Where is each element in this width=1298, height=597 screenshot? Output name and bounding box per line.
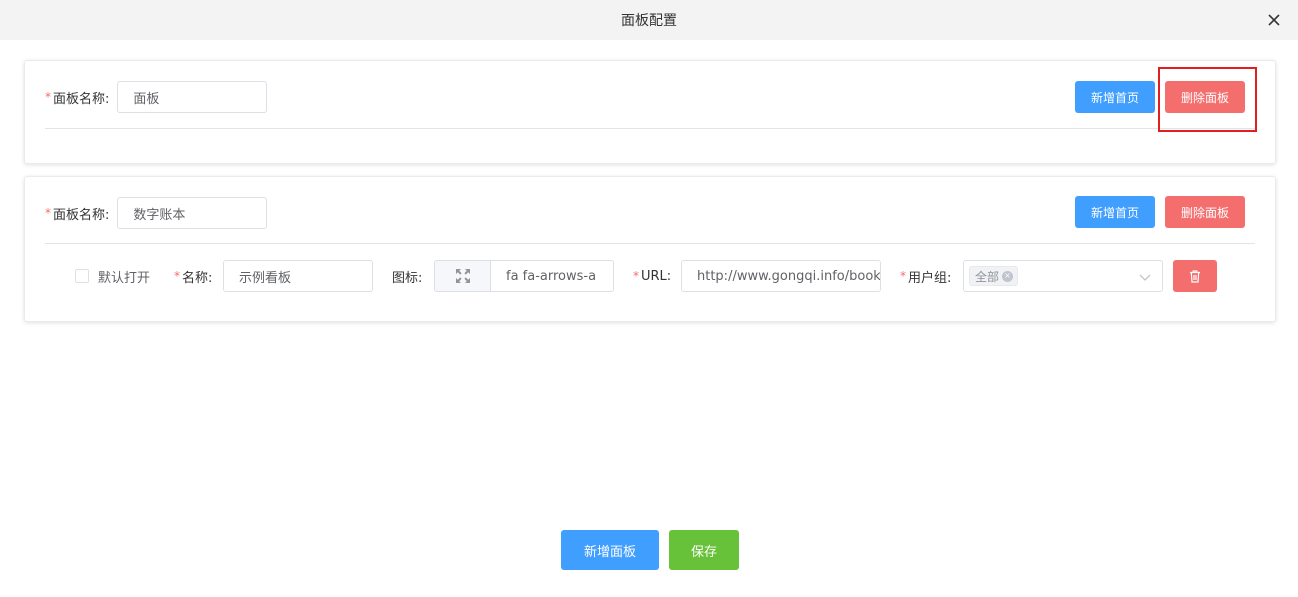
usergroup-tag-label: 全部 bbox=[975, 269, 1000, 284]
usergroup-select[interactable]: 全部 × bbox=[963, 260, 1163, 292]
panel-name-input[interactable]: 数字账本 bbox=[117, 197, 268, 229]
required-mark: * bbox=[45, 90, 51, 104]
chevron-down-icon[interactable] bbox=[1138, 270, 1152, 284]
panel-name-row: * 面板名称: 面板 bbox=[45, 81, 268, 113]
add-home-button[interactable]: 新增首页 bbox=[1075, 196, 1155, 228]
url-label: URL: bbox=[641, 268, 672, 284]
default-open-checkbox[interactable] bbox=[75, 269, 89, 283]
dialog-title: 面板配置 bbox=[621, 13, 677, 29]
save-button[interactable]: 保存 bbox=[669, 530, 739, 570]
delete-panel-button[interactable]: 删除面板 bbox=[1165, 81, 1245, 113]
close-icon[interactable] bbox=[1264, 10, 1284, 30]
icon-class-input[interactable]: fa fa-arrows-a bbox=[491, 261, 613, 291]
required-mark: * bbox=[45, 206, 51, 220]
delete-panel-button[interactable]: 删除面板 bbox=[1165, 196, 1245, 228]
tag-close-icon[interactable]: × bbox=[1002, 270, 1014, 282]
default-open-label: 默认打开 bbox=[98, 270, 151, 286]
url-input[interactable]: http://www.gongqi.info/book/0 bbox=[681, 260, 881, 292]
delete-item-button[interactable] bbox=[1173, 260, 1217, 292]
panel-divider bbox=[45, 128, 1255, 129]
trash-icon bbox=[1190, 269, 1200, 283]
add-home-button[interactable]: 新增首页 bbox=[1075, 81, 1155, 113]
panel-card-2: * 面板名称: 数字账本 新增首页 删除面板 默认打开 * 名称: 示例看板 图… bbox=[24, 176, 1276, 322]
panel-name-label: 面板名称: bbox=[53, 207, 110, 223]
icon-label: 图标: bbox=[392, 270, 423, 286]
required-mark: * bbox=[900, 269, 906, 283]
panel-divider bbox=[45, 243, 1255, 244]
panel-card-1: * 面板名称: 面板 新增首页 删除面板 bbox=[24, 60, 1276, 164]
icon-input-group[interactable]: fa fa-arrows-a bbox=[434, 260, 614, 292]
panel-name-row: * 面板名称: 数字账本 bbox=[45, 197, 268, 229]
required-mark: * bbox=[174, 269, 180, 283]
usergroup-label: 用户组: bbox=[908, 270, 952, 286]
item-name-label: 名称: bbox=[182, 270, 213, 286]
dialog-header: 面板配置 bbox=[0, 0, 1298, 40]
add-panel-button[interactable]: 新增面板 bbox=[561, 530, 659, 570]
home-item-row: 默认打开 * 名称: 示例看板 图标: fa fa-arrows-a * URL… bbox=[25, 260, 1277, 292]
item-name-input[interactable]: 示例看板 bbox=[223, 260, 373, 292]
panel-name-label: 面板名称: bbox=[53, 91, 110, 107]
panel-name-input[interactable]: 面板 bbox=[117, 81, 268, 113]
arrows-alt-icon[interactable] bbox=[435, 261, 491, 291]
usergroup-tag: 全部 × bbox=[969, 266, 1019, 286]
required-mark: * bbox=[633, 269, 639, 283]
